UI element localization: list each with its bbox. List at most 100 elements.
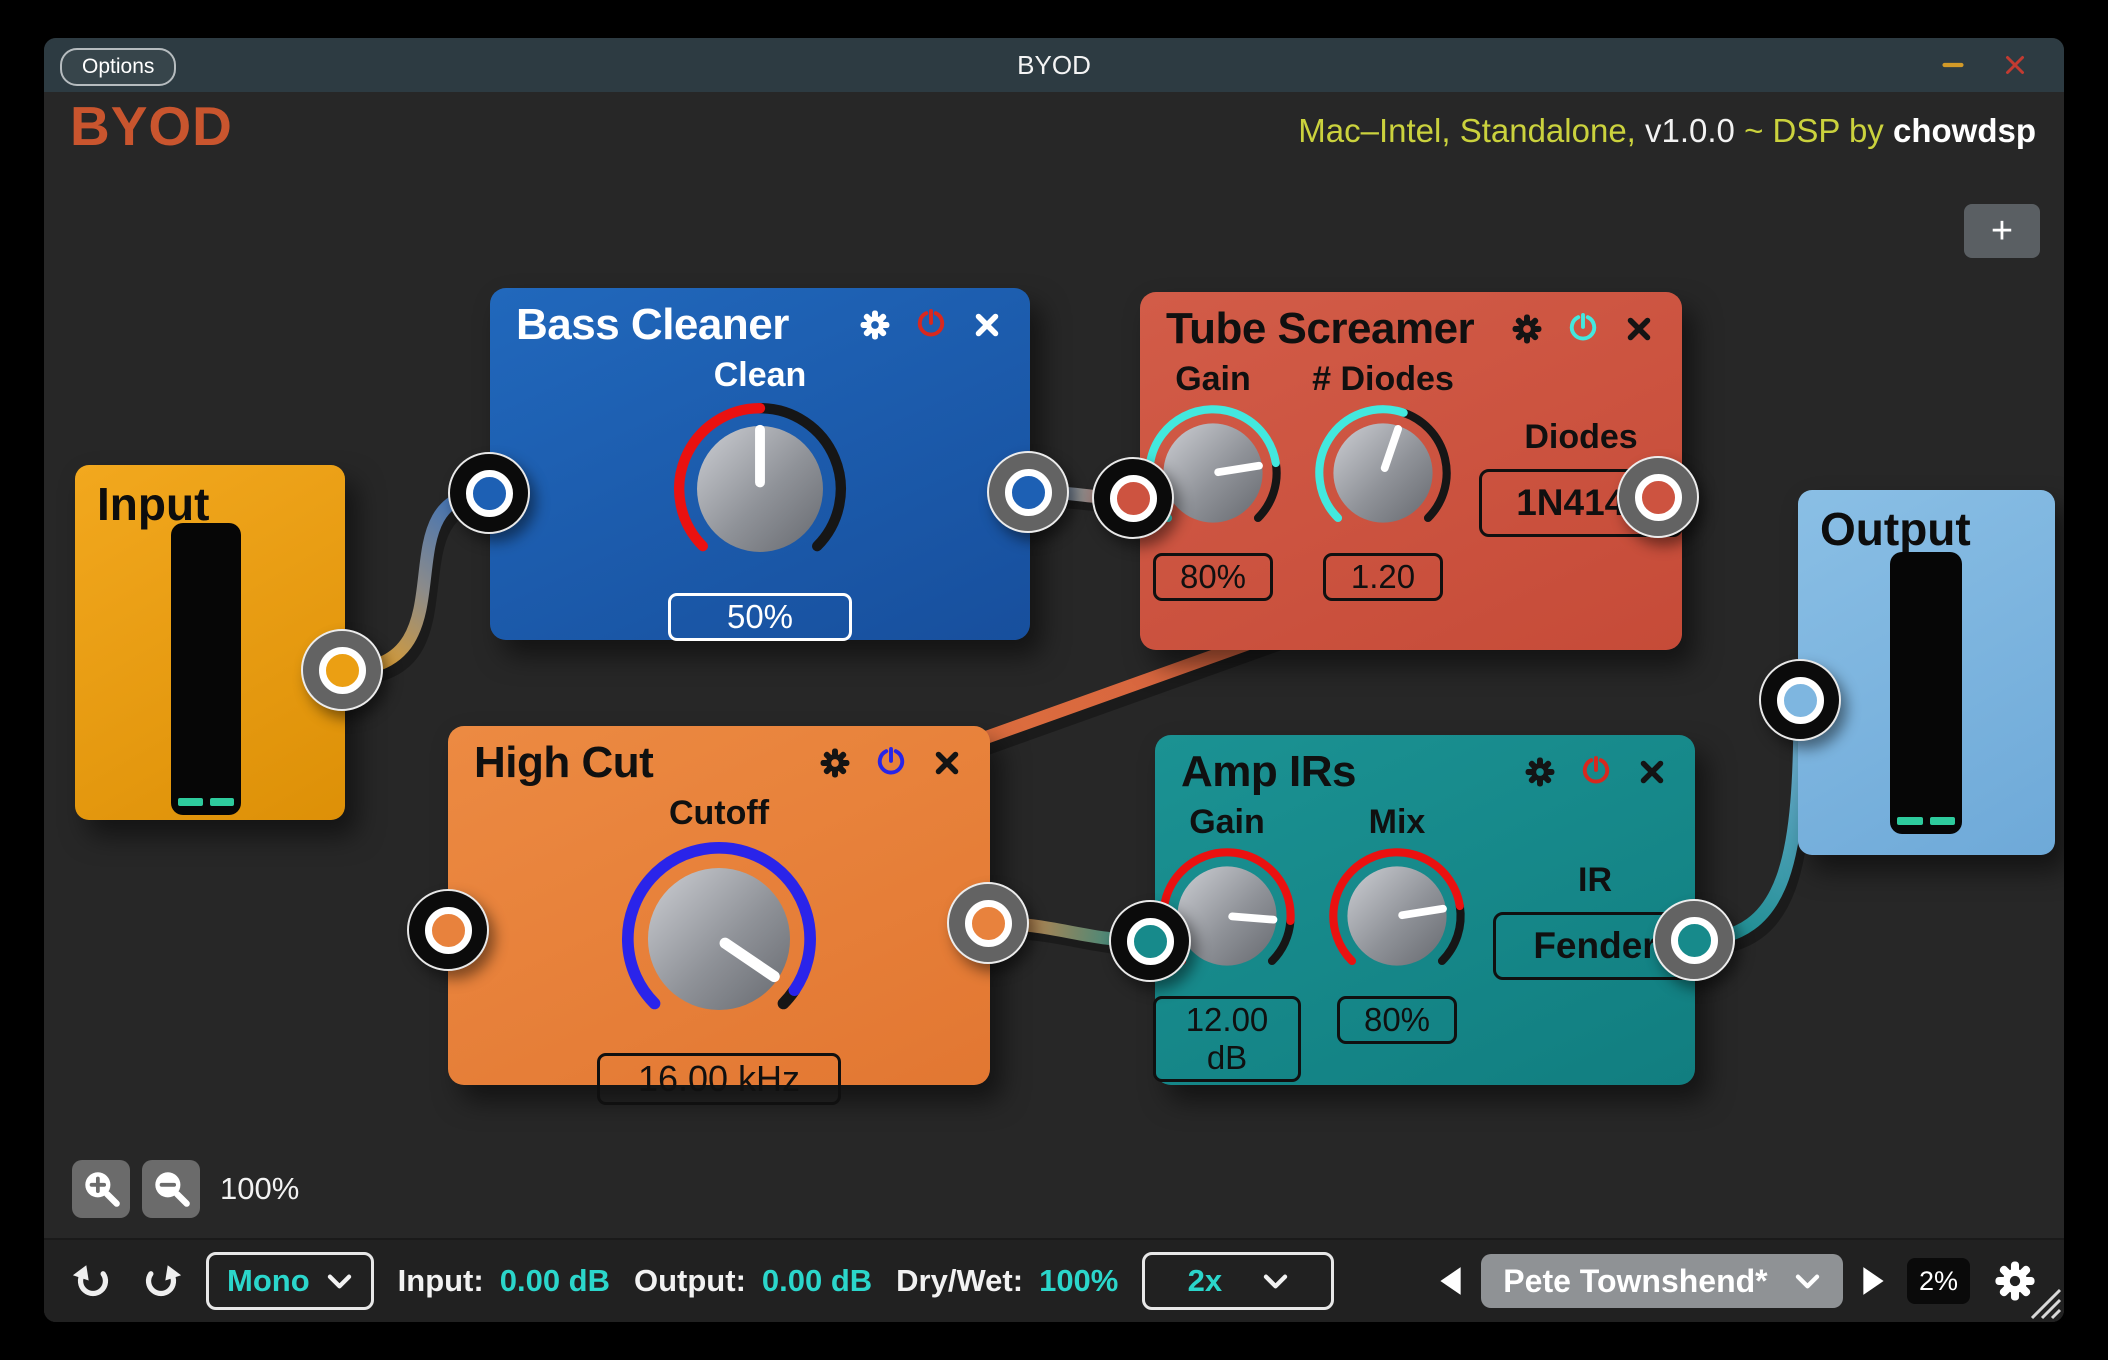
node-amp-irs[interactable]: Amp IRs Gain 12.0: [1155, 735, 1695, 1085]
settings-gear-icon[interactable]: [818, 746, 852, 780]
window-resize-handle[interactable]: [2018, 1276, 2062, 1320]
power-icon[interactable]: [874, 746, 908, 780]
power-icon[interactable]: [914, 308, 948, 342]
param-label: Mix: [1369, 803, 1426, 842]
mix-knob[interactable]: [1323, 842, 1471, 990]
add-node-button[interactable]: +: [1964, 204, 2040, 258]
oversampling-value: 2x: [1188, 1263, 1222, 1299]
param-value-box[interactable]: 80%: [1153, 553, 1273, 601]
settings-gear-icon[interactable]: [1510, 312, 1544, 346]
high_cut-in-port[interactable]: [407, 889, 489, 971]
channel-mode-dropdown[interactable]: Mono: [206, 1252, 374, 1310]
version-number: v1.0.0: [1645, 112, 1735, 149]
close-icon[interactable]: [930, 746, 964, 780]
param-label: Cutoff: [669, 794, 769, 833]
close-icon[interactable]: [1635, 755, 1669, 789]
input-gain-label: Input:: [398, 1263, 484, 1299]
port-dot: [425, 907, 472, 954]
chevron-down-icon: [326, 1272, 353, 1291]
platform-text: Mac–Intel, Standalone,: [1298, 112, 1636, 149]
high_cut-out-port[interactable]: [947, 882, 1029, 964]
node-bass-cleaner[interactable]: Bass Cleaner Clean: [490, 288, 1030, 640]
magnifier-plus-icon: [78, 1166, 124, 1212]
port-dot: [1005, 469, 1052, 516]
param-value-box[interactable]: 50%: [668, 593, 852, 641]
oversampling-dropdown[interactable]: 2x: [1142, 1252, 1334, 1310]
param-value-box[interactable]: 12.00 dB: [1153, 996, 1301, 1082]
zoom-out-button[interactable]: [142, 1160, 200, 1218]
bottom-toolbar: Mono Input: 0.00 dB Output: 0.00 dB Dry/…: [44, 1238, 2064, 1322]
output-in-port[interactable]: [1759, 659, 1841, 741]
app-window: Options BYOD BYOD Mac–Intel, Standalone,…: [44, 38, 2064, 1322]
output-gain-value[interactable]: 0.00 dB: [762, 1263, 872, 1299]
version-info: Mac–Intel, Standalone, v1.0.0 ~ DSP by c…: [1298, 112, 2036, 150]
param-value-box[interactable]: 16.00 kHz: [597, 1053, 841, 1105]
param-label: Gain: [1175, 360, 1251, 399]
node-title: High Cut: [474, 738, 653, 788]
minimize-button[interactable]: [1938, 50, 1968, 80]
title-bar: Options BYOD: [44, 38, 2064, 92]
dsp-by-text: ~ DSP by: [1744, 112, 1884, 149]
choice-label: IR: [1578, 861, 1612, 900]
tube_screamer-in-port[interactable]: [1092, 457, 1174, 539]
bass_cleaner-in-port[interactable]: [448, 452, 530, 534]
settings-gear-icon[interactable]: [1523, 755, 1557, 789]
zoom-level-text: 100%: [220, 1171, 299, 1207]
node-title: Bass Cleaner: [516, 300, 789, 350]
param-label: # Diodes: [1312, 360, 1454, 399]
window-title: BYOD: [44, 38, 2064, 92]
magnifier-minus-icon: [148, 1166, 194, 1212]
byod-logo: BYOD: [70, 94, 233, 158]
port-dot: [1671, 917, 1718, 964]
chevron-down-icon: [1262, 1272, 1289, 1291]
port-dot: [1635, 474, 1682, 521]
port-dot: [1127, 918, 1174, 965]
param-label: Gain: [1189, 803, 1265, 842]
meter-bar-left: [1897, 817, 1923, 825]
node-tube-screamer[interactable]: Tube Screamer Gain: [1140, 292, 1682, 650]
undo-icon[interactable]: [70, 1258, 116, 1304]
bass_cleaner-out-port[interactable]: [987, 451, 1069, 533]
meter-bar-left: [178, 798, 203, 806]
meter-bar-right: [1930, 817, 1956, 825]
port-dot: [319, 647, 366, 694]
param-label: Clean: [714, 356, 807, 395]
output-level-meter: [1890, 552, 1962, 834]
settings-gear-icon[interactable]: [858, 308, 892, 342]
node-output[interactable]: Output: [1798, 490, 2055, 855]
param-value-box[interactable]: 80%: [1337, 996, 1457, 1044]
next-preset-button[interactable]: [1861, 1265, 1887, 1297]
node-title: Tube Screamer: [1166, 304, 1474, 354]
dry-wet-label: Dry/Wet:: [896, 1263, 1023, 1299]
output-gain-label: Output:: [634, 1263, 746, 1299]
power-icon[interactable]: [1566, 312, 1600, 346]
choice-label: Diodes: [1524, 418, 1637, 457]
input-gain-value[interactable]: 0.00 dB: [500, 1263, 610, 1299]
amp_irs-in-port[interactable]: [1109, 900, 1191, 982]
zoom-in-button[interactable]: [72, 1160, 130, 1218]
previous-preset-button[interactable]: [1437, 1265, 1463, 1297]
dry-wet-value[interactable]: 100%: [1039, 1263, 1118, 1299]
meter-bar-right: [210, 798, 235, 806]
app-stage: Options BYOD BYOD Mac–Intel, Standalone,…: [0, 0, 2108, 1360]
preset-name: Pete Townshend*: [1503, 1263, 1767, 1300]
param-value-box[interactable]: 1.20: [1323, 553, 1443, 601]
amp_irs-out-port[interactable]: [1653, 899, 1735, 981]
node-input[interactable]: Input: [75, 465, 345, 820]
tube_screamer-out-port[interactable]: [1617, 456, 1699, 538]
close-icon[interactable]: [1622, 312, 1656, 346]
clean-knob[interactable]: [666, 395, 854, 583]
diodes-count-knob[interactable]: [1309, 399, 1457, 547]
channel-mode-value: Mono: [227, 1263, 310, 1299]
cutoff-knob[interactable]: [613, 833, 825, 1045]
preset-selector[interactable]: Pete Townshend*: [1481, 1254, 1843, 1308]
close-button[interactable]: [2000, 50, 2030, 80]
input-out-port[interactable]: [301, 629, 383, 711]
node-high-cut[interactable]: High Cut Cutoff 1: [448, 726, 990, 1085]
input-level-meter: [171, 523, 241, 815]
power-icon[interactable]: [1579, 755, 1613, 789]
redo-icon[interactable]: [138, 1258, 184, 1304]
port-dot: [466, 470, 513, 517]
port-dot: [965, 900, 1012, 947]
close-icon[interactable]: [970, 308, 1004, 342]
